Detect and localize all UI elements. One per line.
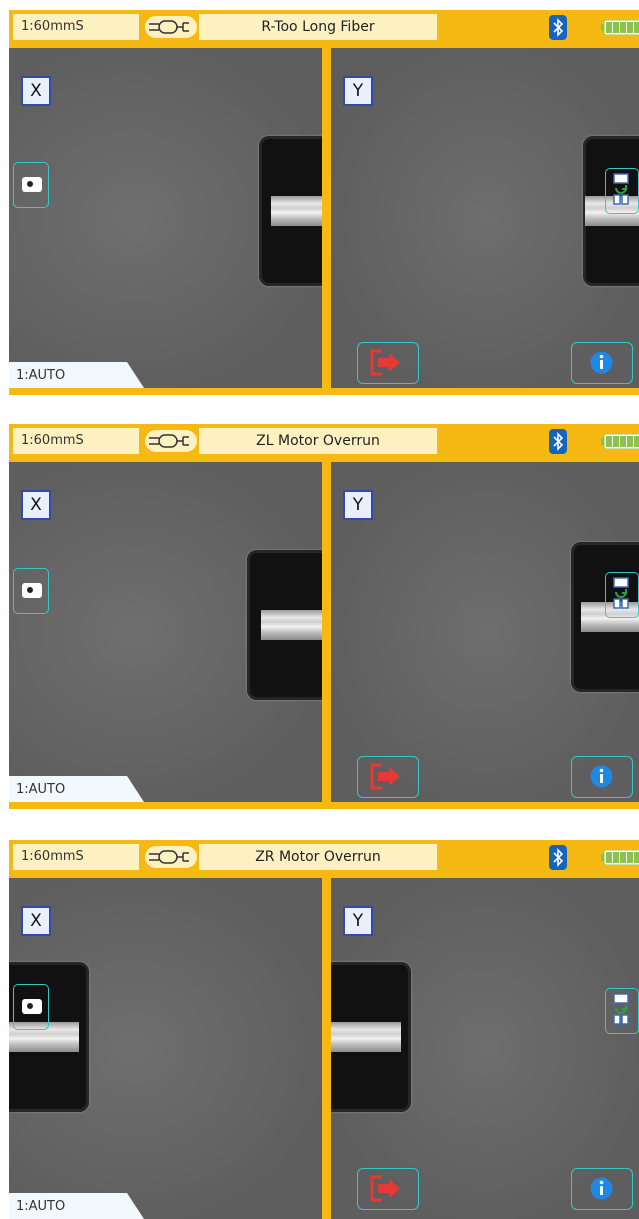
fiber-image	[271, 196, 322, 226]
capture-button[interactable]	[13, 162, 49, 208]
program-label[interactable]: 1:60mmS	[13, 844, 139, 870]
bluetooth-icon[interactable]	[549, 845, 567, 870]
fiber-cable-icon	[145, 846, 197, 868]
exit-icon	[370, 763, 400, 790]
y-axis-label: Y	[343, 76, 373, 106]
fiber-cable-icon	[145, 430, 197, 452]
x-axis-label: X	[21, 906, 51, 936]
camera-icon	[22, 999, 42, 1014]
battery-full-icon	[601, 20, 639, 35]
splicer-screen-1: 1:60mmS R-Too Long Fiber X 1:AUTO Y	[9, 10, 639, 395]
y-camera-view: Y	[331, 48, 639, 388]
info-button[interactable]	[571, 756, 633, 798]
program-label[interactable]: 1:60mmS	[13, 14, 139, 40]
exit-button[interactable]	[357, 756, 419, 798]
view-divider	[322, 458, 331, 809]
screen-swap-button[interactable]	[605, 168, 639, 214]
capture-button[interactable]	[13, 984, 49, 1030]
info-button[interactable]	[571, 1168, 633, 1210]
battery-full-icon	[601, 434, 639, 449]
y-camera-view: Y	[331, 878, 639, 1219]
auto-mode-label: 1:AUTO	[9, 362, 144, 388]
screen-swap-button[interactable]	[605, 572, 639, 618]
auto-mode-label: 1:AUTO	[9, 1193, 144, 1219]
screen-swap-icon	[613, 173, 629, 205]
exit-icon	[370, 349, 400, 376]
info-icon	[590, 1177, 613, 1200]
battery-full-icon	[601, 850, 639, 865]
x-axis-label: X	[21, 76, 51, 106]
fiber-image	[261, 610, 322, 640]
status-title: R-Too Long Fiber	[199, 14, 437, 40]
status-title: ZR Motor Overrun	[199, 844, 437, 870]
info-button[interactable]	[571, 342, 633, 384]
program-label[interactable]: 1:60mmS	[13, 428, 139, 454]
fiber-cable-icon	[145, 16, 197, 38]
top-status-bar: 1:60mmS R-Too Long Fiber	[9, 10, 639, 44]
splicer-screen-3: 1:60mmS ZR Motor Overrun X 1:AUTO Y	[9, 840, 639, 1219]
top-status-bar: 1:60mmS ZL Motor Overrun	[9, 424, 639, 458]
camera-icon	[22, 177, 42, 192]
bluetooth-icon[interactable]	[549, 15, 567, 40]
capture-button[interactable]	[13, 568, 49, 614]
exit-button[interactable]	[357, 342, 419, 384]
screen-swap-button[interactable]	[605, 988, 639, 1034]
bluetooth-icon[interactable]	[549, 429, 567, 454]
view-divider	[322, 44, 331, 395]
exit-icon	[370, 1175, 400, 1202]
auto-mode-label: 1:AUTO	[9, 776, 144, 802]
camera-icon	[22, 583, 42, 598]
y-axis-label: Y	[343, 490, 373, 520]
x-axis-label: X	[21, 490, 51, 520]
y-axis-label: Y	[343, 906, 373, 936]
x-camera-view: X 1:AUTO	[9, 462, 322, 802]
info-icon	[590, 351, 613, 374]
x-camera-view: X 1:AUTO	[9, 878, 322, 1219]
top-status-bar: 1:60mmS ZR Motor Overrun	[9, 840, 639, 874]
status-title: ZL Motor Overrun	[199, 428, 437, 454]
x-camera-view: X 1:AUTO	[9, 48, 322, 388]
screen-swap-icon	[613, 993, 629, 1025]
view-divider	[322, 874, 331, 1219]
y-camera-view: Y	[331, 462, 639, 802]
fiber-image	[331, 1022, 401, 1052]
info-icon	[590, 765, 613, 788]
exit-button[interactable]	[357, 1168, 419, 1210]
splicer-screen-2: 1:60mmS ZL Motor Overrun X 1:AUTO Y	[9, 424, 639, 809]
screen-swap-icon	[613, 577, 629, 609]
